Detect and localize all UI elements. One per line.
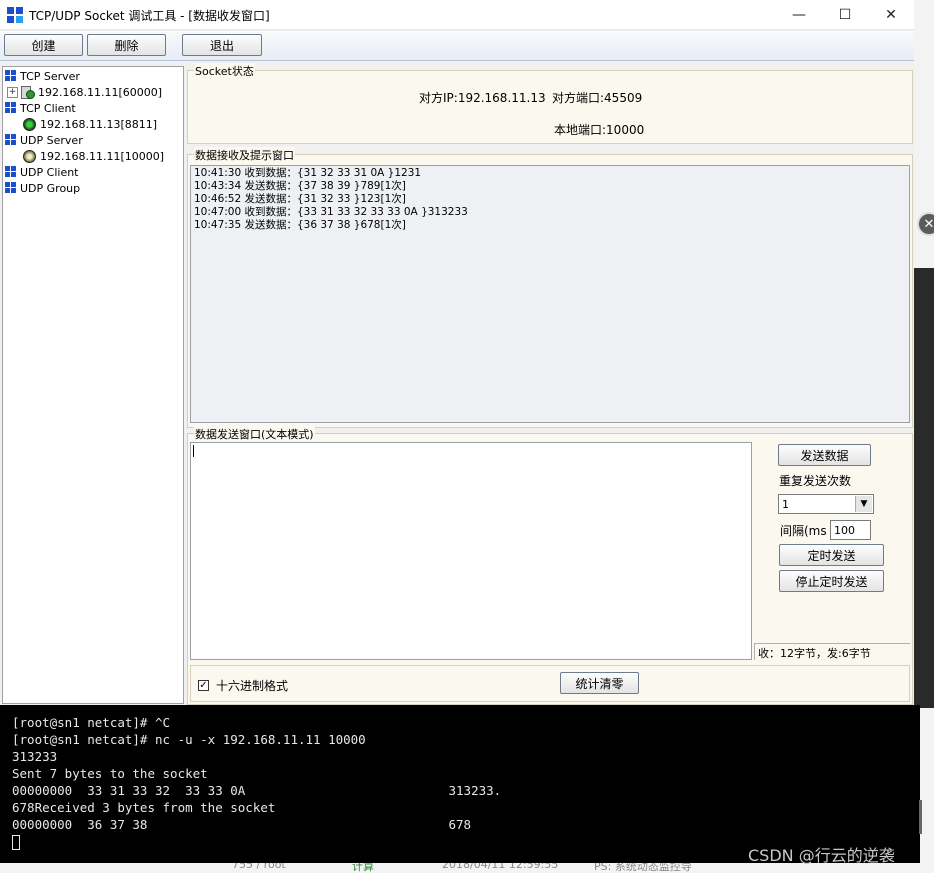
hex-format-checkbox[interactable]: ✓ — [198, 680, 209, 691]
tree-label: 192.168.11.13[8811] — [40, 117, 158, 131]
tree-label: 192.168.11.11[10000] — [40, 149, 165, 163]
tree-label: 192.168.11.11[60000] — [38, 85, 163, 99]
tree-item-tcp-server[interactable]: TCP Server — [5, 68, 80, 84]
udp-server-icon — [5, 134, 17, 146]
repeat-count-label: 重复发送次数 — [779, 474, 852, 488]
terminal-line: 00000000 33 31 33 32 33 33 0A 313233. — [12, 783, 502, 798]
stop-timer-send-button[interactable]: 停止定时发送 — [779, 570, 884, 592]
repeat-count-value: 1 — [782, 498, 789, 511]
tree-item-tcp-client-conn[interactable]: 192.168.11.13[8811] — [23, 116, 157, 132]
create-button[interactable]: 创建 — [4, 34, 83, 56]
terminal-cursor — [12, 835, 20, 850]
server-device-icon — [20, 85, 35, 99]
local-port: 本地端口:10000 — [554, 123, 645, 137]
log-line: 10:47:35 发送数据：{36 37 38 }678[1次] — [194, 219, 406, 231]
socket-status-group: Socket状态 对方IP:192.168.11.13 对方端口:45509 本… — [187, 63, 913, 144]
udp-group-icon — [5, 182, 17, 194]
tree-item-udp-group[interactable]: UDP Group — [5, 180, 80, 196]
group-label: 数据接收及提示窗口 — [194, 147, 295, 163]
background-text: PS: 系统动态监控导 — [594, 863, 692, 873]
close-button[interactable]: ✕ — [868, 0, 914, 30]
interval-input[interactable]: 100 — [830, 520, 871, 540]
send-data-button[interactable]: 发送数据 — [778, 444, 871, 466]
tree-item-udp-server[interactable]: UDP Server — [5, 132, 83, 148]
send-text-input[interactable] — [190, 442, 752, 660]
tcp-server-icon — [5, 70, 17, 82]
close-circle-icon[interactable]: ✕ — [917, 212, 934, 236]
tree-item-tcp-server-conn[interactable]: + 192.168.11.11[60000] — [7, 84, 162, 100]
log-line: 10:46:52 发送数据：{31 32 33 }123[1次] — [194, 193, 406, 205]
tree-label: UDP Group — [20, 181, 81, 195]
tree-label: TCP Client — [20, 101, 76, 115]
tree-label: UDP Server — [20, 133, 83, 147]
group-label: 数据发送窗口(文本模式) — [194, 426, 315, 442]
tcp-client-icon — [5, 102, 17, 114]
log-line: 10:41:30 收到数据：{31 32 33 31 0A }1231 — [194, 167, 422, 179]
terminal-line: [root@sn1 netcat]# nc -u -x 192.168.11.1… — [12, 732, 366, 747]
terminal-scrollbar[interactable] — [919, 800, 922, 834]
receive-log[interactable]: 10:41:30 收到数据：{31 32 33 31 0A }1231 10:4… — [190, 165, 910, 423]
background-text: 755 / root — [232, 863, 286, 871]
title-bar: TCP/UDP Socket 调试工具 - [数据收发窗口] — ☐ ✕ — [0, 0, 914, 30]
window-title: TCP/UDP Socket 调试工具 - [数据收发窗口] — [29, 9, 270, 23]
minimize-button[interactable]: — — [776, 0, 822, 30]
text-cursor — [193, 445, 194, 457]
connection-icon — [23, 149, 36, 163]
terminal-window[interactable]: [root@sn1 netcat]# ^C [root@sn1 netcat]# … — [0, 705, 920, 863]
expand-icon[interactable]: + — [7, 86, 18, 98]
options-bar — [190, 665, 910, 702]
hex-format-label: 十六进制格式 — [216, 679, 289, 693]
remote-port: 对方端口:45509 — [552, 91, 643, 105]
timer-send-button[interactable]: 定时发送 — [779, 544, 884, 566]
terminal-line: Sent 7 bytes to the socket — [12, 766, 208, 781]
background-scroll-track — [914, 268, 934, 708]
interval-label: 间隔(ms — [780, 524, 827, 538]
watermark: CSDN @行云的逆袭 — [748, 846, 895, 865]
clear-stats-button[interactable]: 统计清零 — [560, 672, 639, 694]
remote-ip: 对方IP:192.168.11.13 — [419, 91, 546, 105]
tree-label: TCP Server — [20, 69, 80, 83]
terminal-line: 313233 — [12, 749, 58, 764]
terminal-line: 678Received 3 bytes from the socket — [12, 800, 276, 815]
tree-item-udp-server-conn[interactable]: 192.168.11.11[10000] — [23, 148, 164, 164]
connection-tree: TCP Server + 192.168.11.11[60000] TCP Cl… — [2, 66, 184, 704]
byte-stats: 收：12字节，发:6字节 — [754, 643, 910, 660]
udp-client-icon — [5, 166, 17, 178]
group-label: Socket状态 — [194, 63, 255, 79]
log-line: 10:43:34 发送数据：{37 38 39 }789[1次] — [194, 180, 406, 192]
toolbar: 创建 删除 退出 — [0, 31, 914, 61]
background-text: 计算 — [352, 863, 374, 873]
terminal-line: 00000000 36 37 38 678 — [12, 817, 472, 832]
byte-stats-text: 收：12字节，发:6字节 — [758, 647, 871, 660]
delete-button[interactable]: 删除 — [87, 34, 166, 56]
tree-item-tcp-client[interactable]: TCP Client — [5, 100, 76, 116]
log-line: 10:47:00 收到数据：{33 31 33 32 33 33 0A }313… — [194, 206, 468, 218]
background-text: 2018/04/11 12:59:55 — [442, 863, 559, 871]
dropdown-arrow-icon[interactable]: ▼ — [855, 496, 872, 512]
terminal-line: [root@sn1 netcat]# ^C — [12, 715, 171, 730]
tree-item-udp-client[interactable]: UDP Client — [5, 164, 79, 180]
repeat-count-select[interactable]: 1 ▼ — [778, 494, 874, 514]
interval-value: 100 — [834, 524, 855, 537]
tree-label: UDP Client — [20, 165, 79, 179]
maximize-button[interactable]: ☐ — [822, 0, 868, 30]
exit-button[interactable]: 退出 — [182, 34, 262, 56]
app-icon — [7, 7, 23, 23]
connection-icon — [23, 117, 36, 131]
